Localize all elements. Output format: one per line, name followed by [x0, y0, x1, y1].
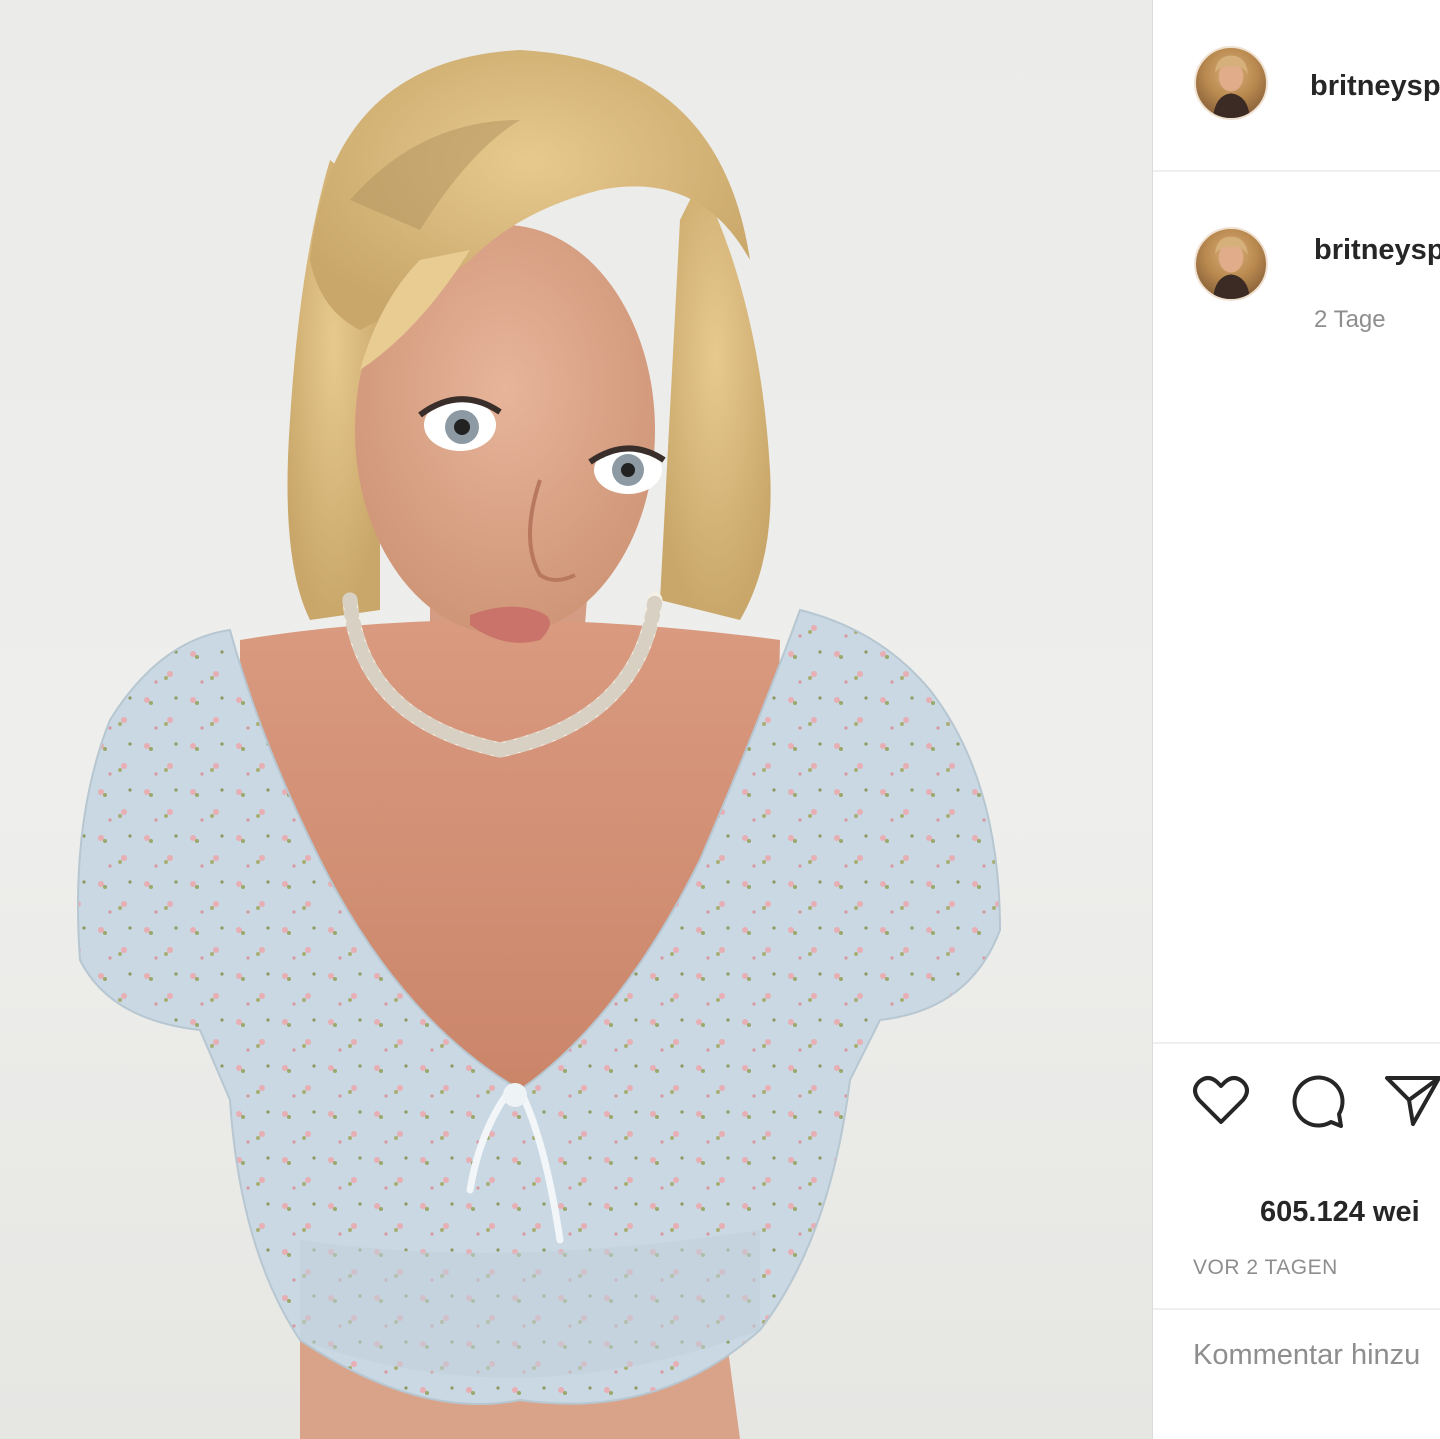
paper-plane-icon[interactable]	[1383, 1070, 1440, 1130]
comment-bubble-icon[interactable]	[1287, 1070, 1347, 1130]
heart-icon[interactable]	[1191, 1070, 1251, 1130]
post-photo[interactable]	[0, 0, 1152, 1439]
photo-of-woman-in-floral-top-icon	[77, 50, 1002, 1439]
likes-count[interactable]: 605.124 wei	[1260, 1196, 1420, 1229]
comment-input[interactable]	[1193, 1330, 1440, 1380]
username-link[interactable]: britneysp	[1310, 70, 1440, 103]
caption-time[interactable]: 2 Tage	[1314, 306, 1386, 334]
caption-avatar-icon[interactable]	[1194, 227, 1268, 301]
caption-username-link[interactable]: britneysp	[1314, 234, 1440, 267]
post-side-panel: britneysp britneysp 2 Tage 605.124 wei V…	[1152, 0, 1440, 1439]
profile-avatar-icon[interactable]	[1194, 46, 1268, 120]
post-timestamp[interactable]: VOR 2 TAGEN	[1193, 1256, 1338, 1280]
post-header: britneysp	[1153, 0, 1440, 172]
